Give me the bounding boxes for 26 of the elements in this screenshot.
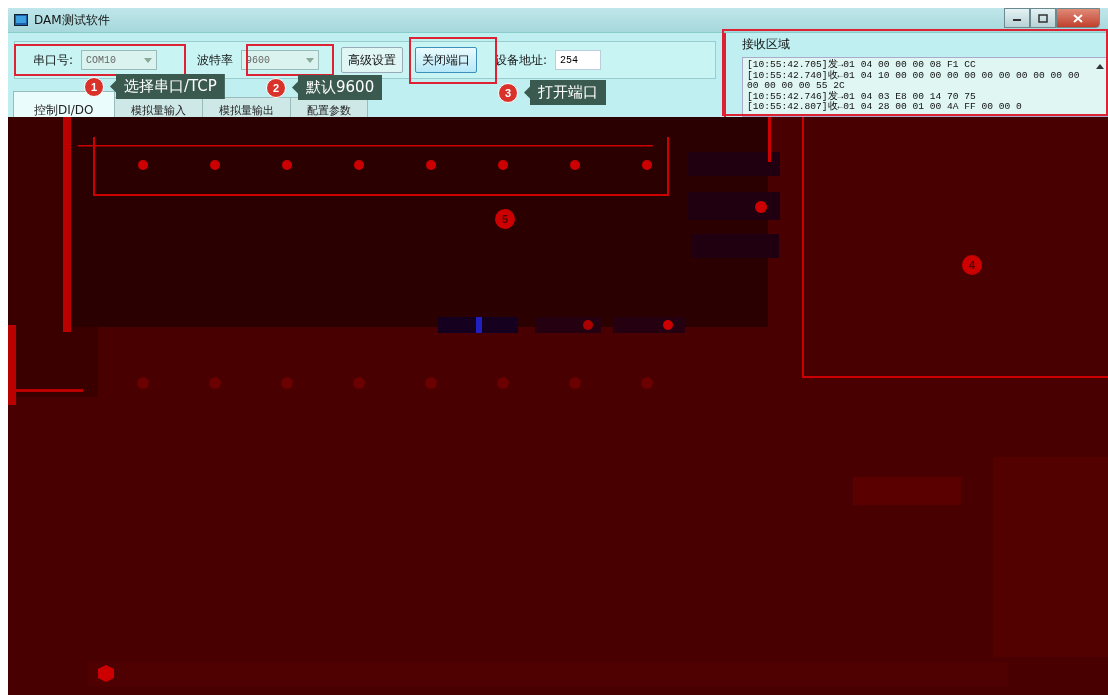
- caret-icon: [144, 57, 153, 63]
- tab[interactable]: 模拟量输出: [201, 97, 291, 117]
- advanced-settings-button[interactable]: 高级设置: [341, 47, 404, 73]
- maximize-icon: [1038, 13, 1048, 23]
- port-label: 串口号:: [33, 51, 74, 69]
- log-line: [10:55:42.740]收←01 04 10 00 00 00 00 00 00 00 00 00 00 00 00 00 00 00 55 2C: [747, 70, 1081, 91]
- callout-tooltip: 选择串口/TCP: [110, 74, 225, 99]
- scroll-up-arrow-icon[interactable]: [1096, 64, 1104, 69]
- minimize-button[interactable]: [1004, 8, 1030, 28]
- close-port-button[interactable]: 关闭端口: [415, 47, 478, 73]
- maximize-button[interactable]: [1030, 8, 1056, 28]
- close-icon: [1073, 13, 1083, 23]
- tab[interactable]: 控制DI/DO: [13, 91, 115, 117]
- port-dropdown[interactable]: COM10: [81, 50, 158, 70]
- window-title: DAM测试软件: [34, 11, 110, 29]
- caret-icon: [306, 57, 315, 63]
- callout-tooltip: 打开端口: [524, 80, 606, 105]
- device-address-field[interactable]: 254: [555, 50, 602, 70]
- close-button[interactable]: [1056, 8, 1100, 28]
- log-line: [10:55:42.807]收←01 04 28 00 01 00 4A FF 00 00 0: [747, 102, 1023, 113]
- callout-tooltip: 默认9600: [292, 75, 383, 100]
- receive-area-title: 接收区域: [742, 36, 791, 53]
- baud-rate-label: 波特率: [197, 51, 234, 69]
- log-line: [10:55:42.746]发→01 04 03 E8 00 14 70 75: [747, 91, 977, 102]
- window-app-icon: [14, 14, 28, 26]
- log-line: [10:55:42.705]发→01 04 00 00 00 08 F1 CC: [747, 60, 977, 70]
